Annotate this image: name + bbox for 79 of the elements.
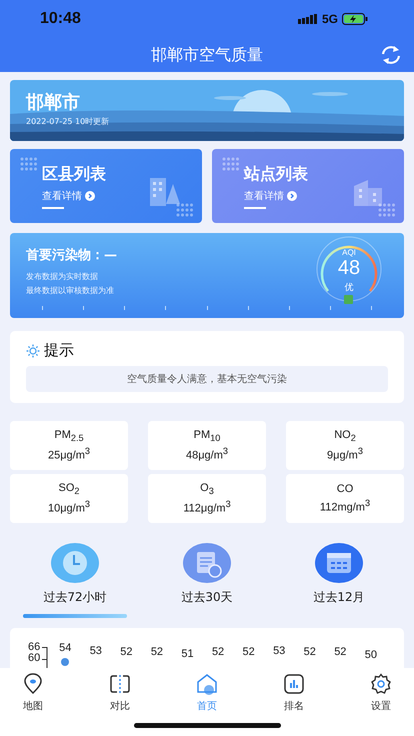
value-label: 52	[334, 646, 346, 659]
update-time: 2022-07-25 10时更新	[26, 116, 110, 127]
tip-title: 提示	[44, 341, 74, 360]
details-link[interactable]: 查看详情	[42, 188, 148, 202]
value-label: 53	[90, 645, 102, 658]
status-time: 10:48	[40, 10, 81, 28]
pollutant-value: 112μg/m$^{3}$	[183, 499, 231, 515]
chevron-icon	[85, 190, 95, 200]
tab-item[interactable]: 排名	[269, 668, 319, 736]
clock-icon	[51, 543, 99, 583]
y-axis	[42, 647, 48, 668]
dots-icon	[20, 157, 38, 171]
value-label: 53	[273, 645, 286, 658]
home-icon	[196, 673, 218, 695]
refresh-icon[interactable]	[380, 45, 402, 65]
period-tab[interactable]: 过去72小时	[22, 543, 128, 618]
tab-label: 对比	[110, 700, 130, 713]
period-tab[interactable]: 过去30天	[154, 543, 260, 618]
signal-icon	[298, 14, 318, 24]
aqi-label: AQI	[341, 248, 357, 257]
aqi-value: 48	[336, 257, 362, 280]
value-label: 52	[242, 646, 255, 659]
tab-label: 排名	[284, 700, 304, 713]
dots-icon	[176, 203, 194, 217]
value-label: 54	[59, 642, 72, 655]
tip-message: 空气质量令人满意，基本无空气污染	[26, 366, 388, 392]
tab-item[interactable]: 地图	[8, 668, 58, 736]
tab-label: 设置	[371, 700, 391, 713]
tab-label: 地图	[23, 700, 43, 713]
value-label: 50	[364, 649, 377, 662]
data-note: 最终数据以审核数据为准	[26, 285, 115, 297]
calendar-icon	[183, 543, 231, 583]
page-title: 邯郸市空气质量	[151, 44, 263, 66]
pollutant-value: 9μg/m$^{3}$	[327, 446, 363, 462]
aqi-grade: 优	[344, 282, 354, 294]
chevron-icon	[287, 190, 297, 200]
sun-icon	[26, 344, 40, 358]
city-name: 邯郸市	[26, 91, 81, 114]
list-card[interactable]: 区县列表 查看详情	[10, 149, 202, 223]
value-label: 51	[181, 648, 194, 661]
dots-icon	[222, 157, 240, 171]
battery-icon	[342, 13, 368, 25]
bar-chart-icon	[283, 673, 305, 695]
grade-indicator	[344, 295, 353, 304]
settings-icon	[370, 673, 392, 695]
pollutant-name: O$_{3}$	[200, 482, 214, 496]
pollutant-value: 112mg/m$^{3}$	[320, 498, 370, 514]
location-pin-icon	[22, 673, 44, 695]
tab-item[interactable]: 对比	[95, 668, 145, 736]
period-tab[interactable]: 过去12月	[286, 543, 392, 618]
data-point	[61, 658, 70, 666]
axis-label: 66	[28, 642, 40, 653]
value-label: 52	[150, 646, 164, 659]
pollutant-name: CO	[336, 483, 354, 496]
tab-item[interactable]: 设置	[356, 668, 406, 736]
card-title: 站点列表	[244, 164, 309, 184]
dots-icon	[378, 203, 396, 217]
period-label: 过去30天	[181, 589, 233, 606]
pollutant-name: SO$_{2}$	[58, 482, 80, 496]
value-label: 52	[304, 646, 316, 659]
card-title: 区县列表	[42, 164, 107, 184]
pollutant-name: PM$_{2.5}$	[54, 429, 84, 444]
compare-icon	[109, 673, 131, 695]
period-label: 过去12月	[313, 589, 365, 606]
tab-label: 首页	[197, 700, 217, 713]
value-label: 52	[212, 646, 224, 659]
pollutant-value: 10μg/m$^{3}$	[48, 499, 90, 515]
data-note: 发布数据为实时数据	[26, 271, 99, 283]
axis-label: 60	[28, 653, 40, 664]
network-type: 5G	[322, 12, 338, 26]
pollutant-name: PM$_{10}$	[194, 429, 220, 444]
period-label: 过去72小时	[43, 589, 107, 606]
pollutant-name: NO$_{2}$	[334, 429, 356, 444]
pollutant-value: 25μg/m$^{3}$	[48, 446, 90, 462]
primary-pollutant: 首要污染物：—	[26, 246, 117, 264]
building-tree-icon	[148, 176, 182, 206]
pollutant-value: 48μg/m$^{3}$	[186, 446, 228, 462]
calendar-icon	[315, 543, 363, 583]
value-label: 52	[120, 646, 132, 659]
